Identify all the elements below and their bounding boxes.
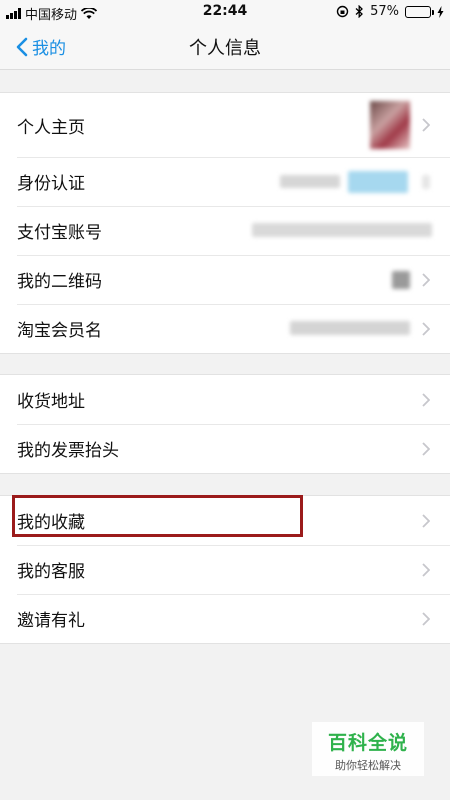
avatar <box>370 101 410 149</box>
blurred-mark <box>422 175 430 189</box>
chevron-right-icon <box>422 513 430 528</box>
row-personal-homepage[interactable]: 个人主页 <box>0 93 450 157</box>
chevron-right-icon <box>422 272 430 287</box>
battery-icon <box>405 5 434 18</box>
row-label: 邀请有礼 <box>17 611 85 631</box>
row-identity-verification[interactable]: 身份认证 <box>0 157 450 206</box>
row-alipay-account[interactable]: 支付宝账号 <box>0 206 450 255</box>
blurred-account <box>252 223 432 237</box>
row-label: 收货地址 <box>17 392 85 412</box>
chevron-right-icon <box>422 118 430 132</box>
watermark-brand: 百科全说 <box>327 732 408 754</box>
address-group: 收货地址 我的发票抬头 <box>0 374 450 474</box>
row-label: 我的发票抬头 <box>17 441 119 461</box>
page-title: 个人信息 <box>189 38 261 59</box>
row-shipping-address[interactable]: 收货地址 <box>0 375 450 424</box>
chevron-right-icon <box>422 441 430 456</box>
watermark-slogan: 助你轻松解决 <box>335 759 401 772</box>
bluetooth-icon <box>355 5 364 18</box>
profile-group: 个人主页 身份认证 支付宝账号 我的二维码 淘宝会员名 <box>0 92 450 354</box>
chevron-right-icon <box>422 562 430 577</box>
chevron-right-icon <box>422 392 430 407</box>
row-label: 我的客服 <box>17 562 85 582</box>
row-my-qrcode[interactable]: 我的二维码 <box>0 255 450 304</box>
row-label: 个人主页 <box>17 117 85 138</box>
row-taobao-member-name[interactable]: 淘宝会员名 <box>0 304 450 353</box>
qrcode-icon <box>392 271 410 289</box>
row-invite-rewards[interactable]: 邀请有礼 <box>0 594 450 643</box>
status-bar: 中国移动 22:44 57% <box>0 0 450 24</box>
row-label: 我的二维码 <box>17 272 102 292</box>
blurred-name <box>280 175 340 188</box>
orientation-lock-icon <box>336 5 349 18</box>
row-invoice-title[interactable]: 我的发票抬头 <box>0 424 450 473</box>
row-label: 淘宝会员名 <box>17 321 102 341</box>
row-label: 支付宝账号 <box>17 223 102 243</box>
verified-badge <box>348 171 408 193</box>
chevron-right-icon <box>422 321 430 336</box>
watermark: 百科全说 助你轻松解决 <box>312 722 424 776</box>
highlight-box <box>12 495 303 537</box>
row-my-customer-service[interactable]: 我的客服 <box>0 545 450 594</box>
battery-percent: 57% <box>370 4 399 19</box>
charging-icon <box>437 5 444 18</box>
chevron-right-icon <box>422 611 430 626</box>
row-label: 身份认证 <box>17 174 85 194</box>
status-right: 57% <box>336 4 444 19</box>
blurred-member-name <box>290 321 410 335</box>
nav-bar: 我的 个人信息 <box>0 24 450 70</box>
